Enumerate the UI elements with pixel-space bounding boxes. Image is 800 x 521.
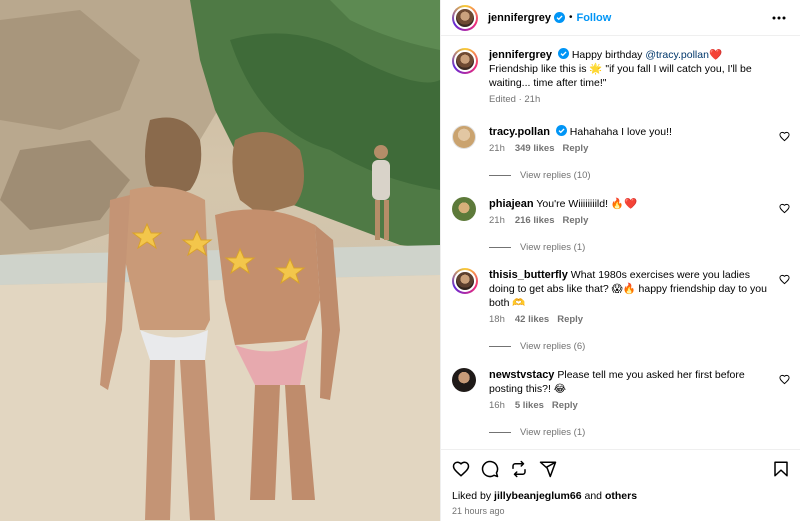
caption-text: Happy birthday [571,49,646,61]
post-sidebar: jennifergrey • Follow jennifergrey Happy… [440,0,800,521]
commenter-username[interactable]: phiajean [489,198,534,210]
view-replies-label[interactable]: View replies (1) [520,242,585,253]
comment-like-icon[interactable] [779,274,790,285]
commenter-username[interactable]: tracy.pollan [489,126,550,138]
view-replies-button[interactable]: View replies (10) [489,170,591,181]
caption-text-continued: Friendship like this is 🌟 "if you fall I… [489,63,752,89]
liked-by-prefix: Liked by [452,490,495,502]
comment-time[interactable]: 21h [489,143,505,154]
post-viewer: jennifergrey • Follow jennifergrey Happy… [0,0,800,521]
caption-heart-emoji: ❤️ [708,49,723,61]
liked-by: Liked by jillybeanjeglum66 and others [452,490,637,502]
comment-like-icon[interactable] [779,203,790,214]
liked-by-suffix: and [581,490,605,502]
view-replies-label[interactable]: View replies (6) [520,341,585,352]
share-icon[interactable] [539,460,557,478]
commenter-username[interactable]: newstvstacy [489,369,554,381]
commenter-avatar[interactable] [452,197,476,221]
caption-avatar[interactable] [452,48,478,74]
view-replies-button[interactable]: View replies (1) [489,427,585,438]
comment-reply-button[interactable]: Reply [562,215,588,226]
author-username[interactable]: jennifergrey [488,12,551,24]
commenter-avatar[interactable] [452,368,476,392]
comment-text: Hahahaha I love you!! [569,126,672,138]
comment-item: phiajean You're Wiiiiiiiild! 🔥❤️ 21h 216 … [452,197,771,226]
view-replies-button[interactable]: View replies (6) [489,341,585,352]
post-timestamp[interactable]: 21 hours ago [452,506,505,516]
view-replies-label[interactable]: View replies (10) [520,170,591,181]
commenter-avatar[interactable] [452,268,478,294]
liked-by-others[interactable]: others [605,490,637,502]
repost-icon[interactable] [510,460,528,478]
view-replies-button[interactable]: View replies (1) [489,242,585,253]
comment-reply-button[interactable]: Reply [562,143,588,154]
caption-username[interactable]: jennifergrey [489,49,552,61]
comment-time[interactable]: 21h [489,215,505,226]
commenter-avatar[interactable] [452,125,476,149]
comment-item: newstvstacy Please tell me you asked her… [452,368,771,411]
view-replies-label[interactable]: View replies (1) [520,427,585,438]
liked-by-user[interactable]: jillybeanjeglum66 [494,490,582,502]
caption-mention[interactable]: @tracy.pollan [645,49,709,61]
comment-item: tracy.pollan Hahahaha I love you!! 21h 34… [452,125,771,154]
comment-reply-button[interactable]: Reply [552,400,578,411]
save-icon[interactable] [772,460,790,478]
comment-like-icon[interactable] [779,374,790,385]
comment-icon[interactable] [481,460,499,478]
commenter-username[interactable]: thisis_butterfly [489,269,568,281]
comment-likes[interactable]: 216 likes [515,215,555,226]
comment-text: You're Wiiiiiiiild! 🔥❤️ [536,198,638,210]
post-actions: Liked by jillybeanjeglum66 and others 21… [441,449,800,521]
verified-icon [553,12,565,23]
like-icon[interactable] [452,460,470,478]
comment-likes[interactable]: 349 likes [515,143,555,154]
post-photo[interactable] [0,0,440,521]
post-caption: jennifergrey Happy birthday @tracy.polla… [452,48,771,105]
comment-time[interactable]: 18h [489,314,505,325]
beach-photo-illustration [0,0,440,521]
follow-button[interactable]: Follow [576,12,611,24]
comment-time[interactable]: 16h [489,400,505,411]
comment-likes[interactable]: 42 likes [515,314,549,325]
author-avatar[interactable] [452,4,478,31]
comment-like-icon[interactable] [779,131,790,142]
caption-time[interactable]: 21h [524,94,540,105]
verified-icon [557,48,569,59]
comment-likes[interactable]: 5 likes [515,400,544,411]
header-separator: • [568,12,573,23]
verified-icon [555,125,567,136]
post-header: jennifergrey • Follow [441,0,800,36]
more-options-icon[interactable] [771,10,787,26]
comment-reply-button[interactable]: Reply [557,314,583,325]
caption-edited: Edited [489,94,516,105]
comment-item: thisis_butterfly What 1980s exercises we… [452,268,771,325]
